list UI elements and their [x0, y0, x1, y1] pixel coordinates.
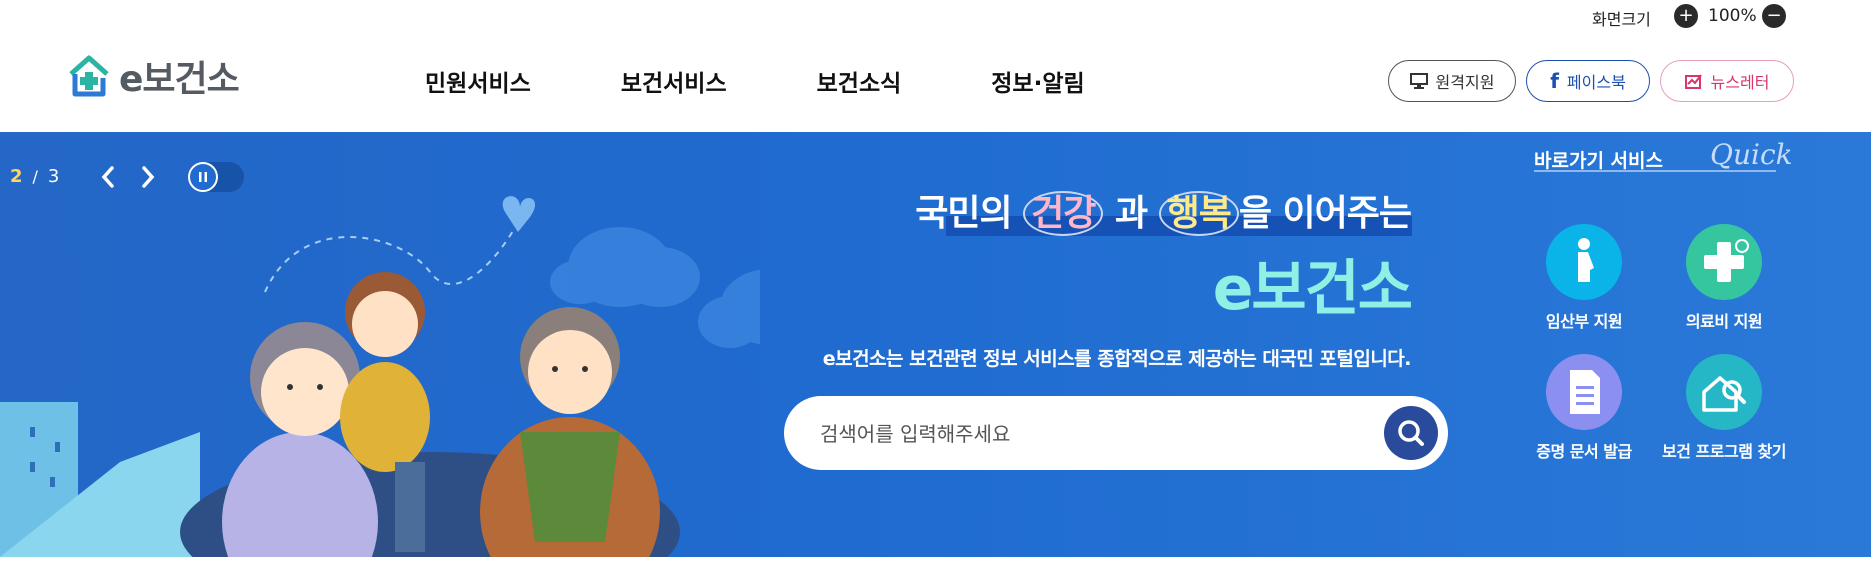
top-utility-bar: 화면크기 + 100% − [0, 0, 1871, 34]
next-slide-button[interactable] [136, 162, 160, 192]
medical-cross-icon [1686, 224, 1762, 300]
nav-health-service[interactable]: 보건서비스 [621, 64, 727, 98]
slide-separator: / [32, 167, 38, 186]
chevron-right-icon [142, 166, 155, 188]
slide-counter: 2 / 3 [10, 166, 59, 187]
pregnant-woman-icon [1546, 224, 1622, 300]
headline-part: 을 이어주는 [1238, 193, 1412, 234]
hero-illustration [0, 196, 760, 557]
quick-script: Quick [1710, 138, 1793, 171]
quick-health-program[interactable]: 보건 프로그램 찾기 [1654, 354, 1794, 462]
site-header: e보건소 민원서비스 보건서비스 보건소식 정보·알림 원격지원 f 페이스북 … [0, 34, 1871, 132]
prev-slide-button[interactable] [96, 162, 120, 192]
quick-label: 증명 문서 발급 [1536, 442, 1632, 461]
quick-label: 임산부 지원 [1545, 312, 1623, 331]
monitor-icon [1409, 73, 1428, 89]
nav-health-news[interactable]: 보건소식 [817, 64, 902, 98]
house-search-icon [1686, 354, 1762, 430]
search-button[interactable] [1384, 406, 1438, 460]
quick-medical-support[interactable]: 의료비 지원 [1654, 224, 1794, 332]
hero-description: e보건소는 보건관련 정보 서비스를 종합적으로 제공하는 대국민 포털입니다. [822, 348, 1412, 370]
facebook-icon: f [1550, 69, 1559, 93]
document-icon [1546, 354, 1622, 430]
pause-icon [188, 162, 218, 192]
slide-total: 3 [47, 166, 60, 187]
headline-happiness: 행복 [1158, 191, 1239, 236]
nav-information[interactable]: 정보·알림 [991, 64, 1084, 98]
search-box [784, 396, 1448, 470]
facebook-label: 페이스북 [1566, 73, 1626, 92]
chevron-left-icon [101, 166, 114, 188]
zoom-out-button[interactable]: − [1762, 4, 1786, 28]
newsletter-label: 뉴스레터 [1710, 73, 1770, 92]
quick-divider [1534, 170, 1776, 172]
minus-icon: − [1766, 5, 1782, 26]
headline-part: 국민의 [915, 193, 1024, 234]
logo-house-icon [69, 55, 109, 97]
logo-text: e보건소 [119, 59, 240, 100]
site-logo[interactable]: e보건소 [67, 52, 240, 100]
hero-brand: e보건소 [1212, 254, 1413, 324]
quick-label: 보건 프로그램 찾기 [1662, 442, 1786, 461]
quick-label: 의료비 지원 [1685, 312, 1763, 331]
headline-health: 건강 [1023, 191, 1104, 236]
main-navigation: 민원서비스 보건서비스 보건소식 정보·알림 [425, 64, 1175, 98]
search-icon [1398, 420, 1424, 446]
slide-current: 2 [10, 166, 23, 187]
newsletter-button[interactable]: 뉴스레터 [1660, 60, 1794, 102]
pause-button[interactable] [188, 162, 244, 192]
zoom-label: 화면크기 [1592, 10, 1651, 29]
nav-civil-service[interactable]: 민원서비스 [425, 64, 531, 98]
headline-part: 과 [1103, 193, 1159, 234]
quick-pregnancy-support[interactable]: 임산부 지원 [1514, 224, 1654, 332]
hero-banner: 2 / 3 국민의 건강 과 행복 을 이어주는 e보건소 e보건소는 보건관련 … [0, 132, 1871, 557]
search-input[interactable] [818, 410, 1342, 458]
remote-support-label: 원격지원 [1435, 73, 1495, 92]
facebook-button[interactable]: f 페이스북 [1526, 60, 1650, 102]
quick-title: 바로가기 서비스 [1534, 150, 1663, 172]
newsletter-icon [1684, 74, 1702, 89]
plus-icon: + [1678, 5, 1694, 26]
zoom-in-button[interactable]: + [1674, 4, 1698, 28]
quick-certificate-issue[interactable]: 증명 문서 발급 [1514, 354, 1654, 462]
zoom-value: 100% [1708, 6, 1757, 26]
remote-support-button[interactable]: 원격지원 [1388, 60, 1516, 102]
hero-headline: 국민의 건강 과 행복 을 이어주는 [915, 184, 1412, 236]
